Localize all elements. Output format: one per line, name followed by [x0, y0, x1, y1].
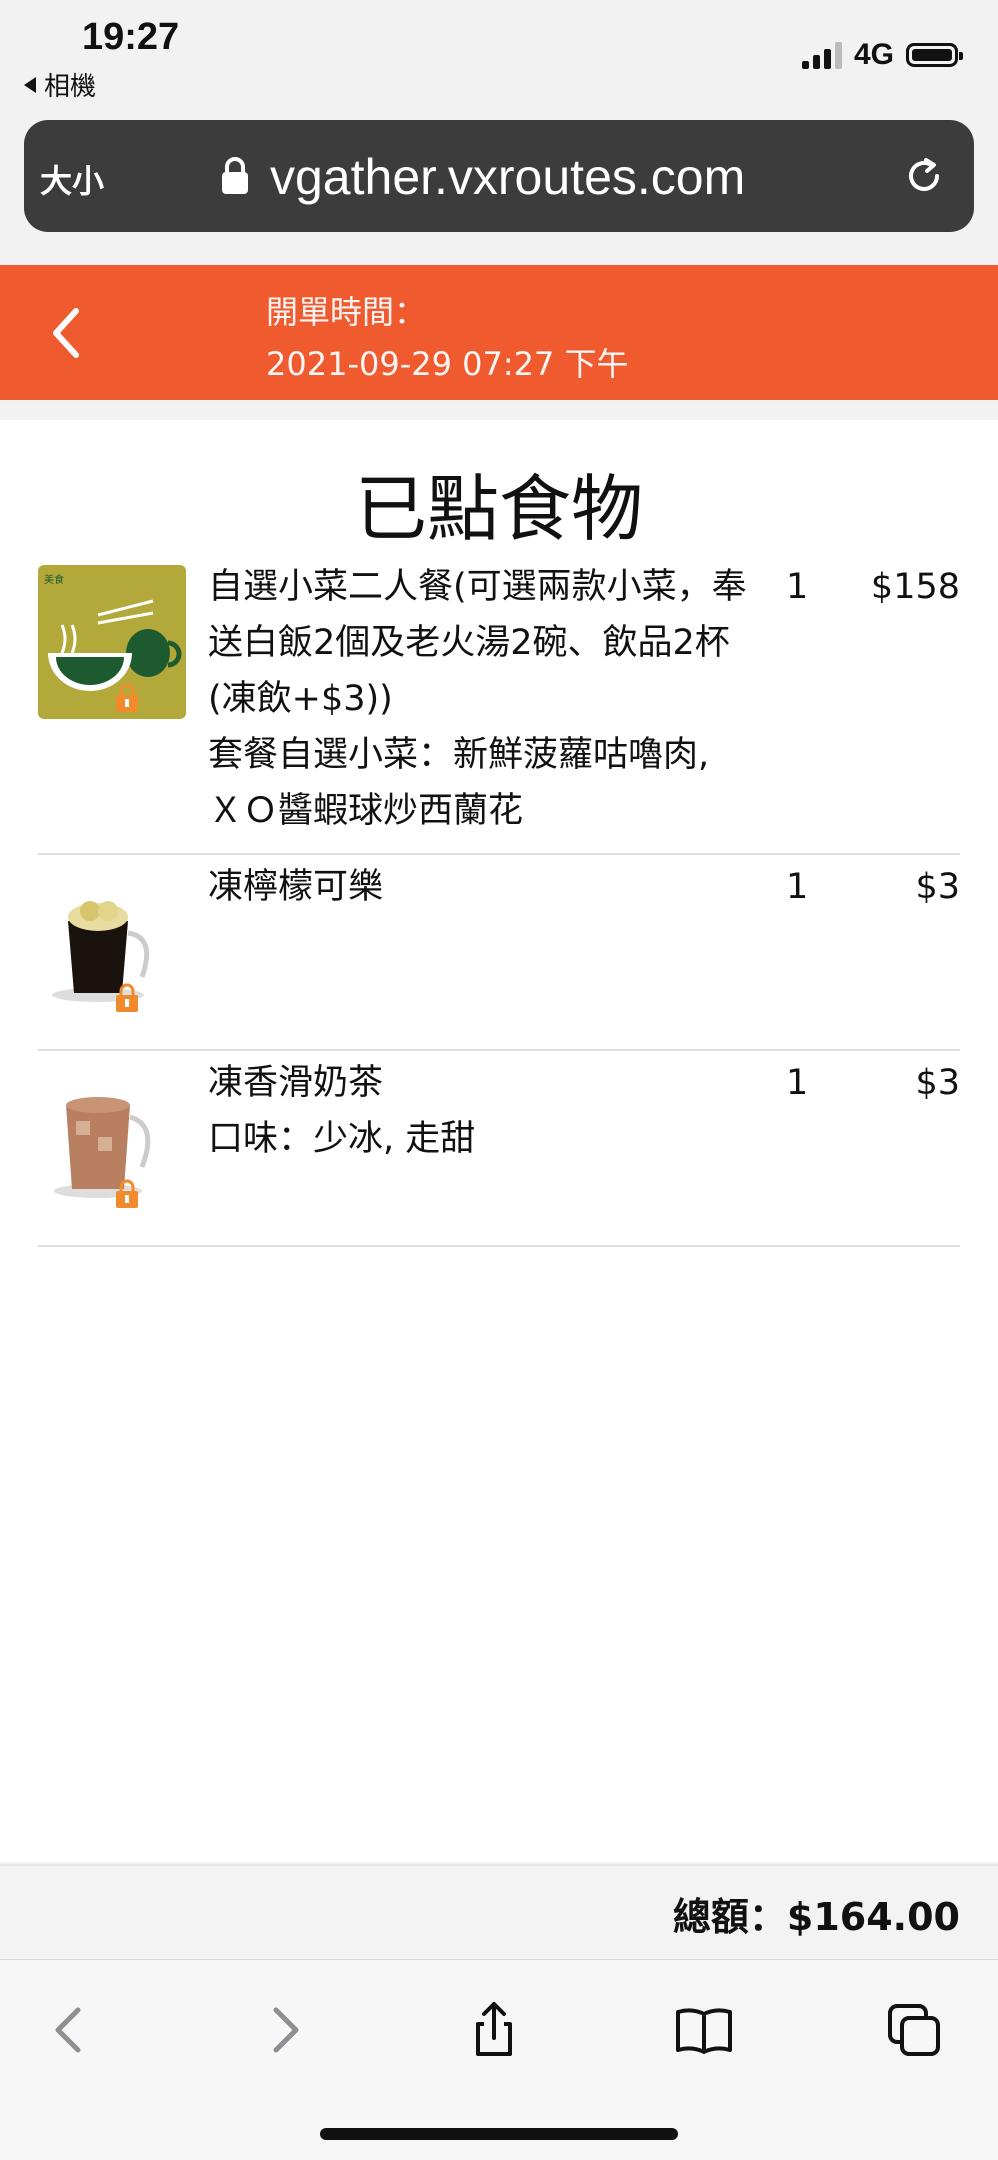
item-title: 凍檸檬可樂 — [208, 867, 384, 907]
back-icon[interactable] — [40, 2000, 100, 2060]
address-bar[interactable]: 大小 vgather.vxroutes.com — [24, 120, 974, 232]
status-indicators: 4G — [801, 38, 963, 72]
back-chevron-icon[interactable] — [48, 305, 82, 361]
lock-badge-icon — [116, 1179, 138, 1208]
page-title: 已點食物 — [354, 467, 643, 551]
text-size-button[interactable]: 大小 — [40, 156, 104, 202]
total-bar: 總額：$164.00 — [0, 1864, 998, 1961]
status-bar: 19:27 相機 4G — [0, 0, 998, 115]
bookmarks-icon[interactable] — [674, 2000, 734, 2060]
item-options: 口味：少冰, 走甜 — [208, 1119, 476, 1159]
item-options: 套餐自選小菜：新鮮菠蘿咕嚕肉, ＸＯ醬蝦球炒西蘭花 — [208, 735, 710, 831]
reload-icon[interactable] — [902, 154, 946, 198]
status-time: 19:27 — [82, 16, 180, 58]
order-total: 總額：$164.00 — [672, 1895, 960, 1939]
list-item: 凍檸檬可樂 1 $3 — [38, 855, 960, 1051]
lock-badge-icon — [116, 683, 138, 712]
item-price: $3 — [915, 1063, 960, 1103]
iced-milk-tea-image — [54, 1097, 151, 1198]
item-price: $158 — [870, 567, 960, 607]
back-triangle-icon — [24, 76, 36, 93]
item-price: $3 — [915, 867, 960, 907]
back-app-label: 相機 — [44, 72, 97, 102]
list-item: 美食 自選小菜二人餐(可選兩款小菜，奉送白飯2個及老火湯2碗、飲品2杯(凍飲+$… — [38, 555, 960, 855]
iced-lemon-cola-image — [52, 901, 150, 1002]
url-text[interactable]: vgather.vxroutes.com — [270, 148, 745, 206]
ordered-items-list: 美食 自選小菜二人餐(可選兩款小菜，奉送白飯2個及老火湯2碗、飲品2杯(凍飲+$… — [38, 555, 960, 1247]
network-type: 4G — [853, 38, 894, 71]
signal-icon — [801, 41, 842, 69]
item-title: 凍香滑奶茶 — [208, 1063, 384, 1103]
item-quantity: 1 — [786, 867, 809, 907]
item-quantity: 1 — [786, 1063, 809, 1103]
lock-icon — [222, 157, 248, 194]
order-time-label: 開單時間： — [266, 293, 427, 331]
svg-text:美食: 美食 — [44, 573, 64, 586]
back-to-app-link[interactable]: 相機 — [24, 66, 96, 103]
item-name: 凍檸檬可樂 — [208, 859, 748, 915]
home-indicator — [320, 2128, 678, 2140]
order-time-value: 2021-09-29 07:27 下午 — [266, 345, 629, 383]
ordered-items-panel: 已點食物 美食 自選小菜二人餐(可選兩款小菜，奉送白飯2個及老火湯2碗、飲品2杯… — [0, 420, 998, 1862]
list-item: 凍香滑奶茶 口味：少冰, 走甜 1 $3 — [38, 1051, 960, 1247]
order-header: 開單時間： 2021-09-29 07:27 下午 — [0, 265, 998, 400]
forward-icon[interactable] — [254, 2000, 314, 2060]
bowl-and-cup-logo-image: 美食 — [38, 565, 186, 719]
item-name: 凍香滑奶茶 口味：少冰, 走甜 — [208, 1055, 748, 1167]
item-name: 自選小菜二人餐(可選兩款小菜，奉送白飯2個及老火湯2碗、飲品2杯(凍飲+$3))… — [208, 559, 748, 839]
item-title: 自選小菜二人餐(可選兩款小菜，奉送白飯2個及老火湯2碗、飲品2杯(凍飲+$3)) — [208, 567, 747, 719]
item-quantity: 1 — [786, 567, 809, 607]
share-icon[interactable] — [464, 2000, 524, 2060]
battery-icon — [906, 43, 963, 67]
lock-badge-icon — [116, 983, 138, 1012]
tabs-icon[interactable] — [884, 2000, 944, 2060]
